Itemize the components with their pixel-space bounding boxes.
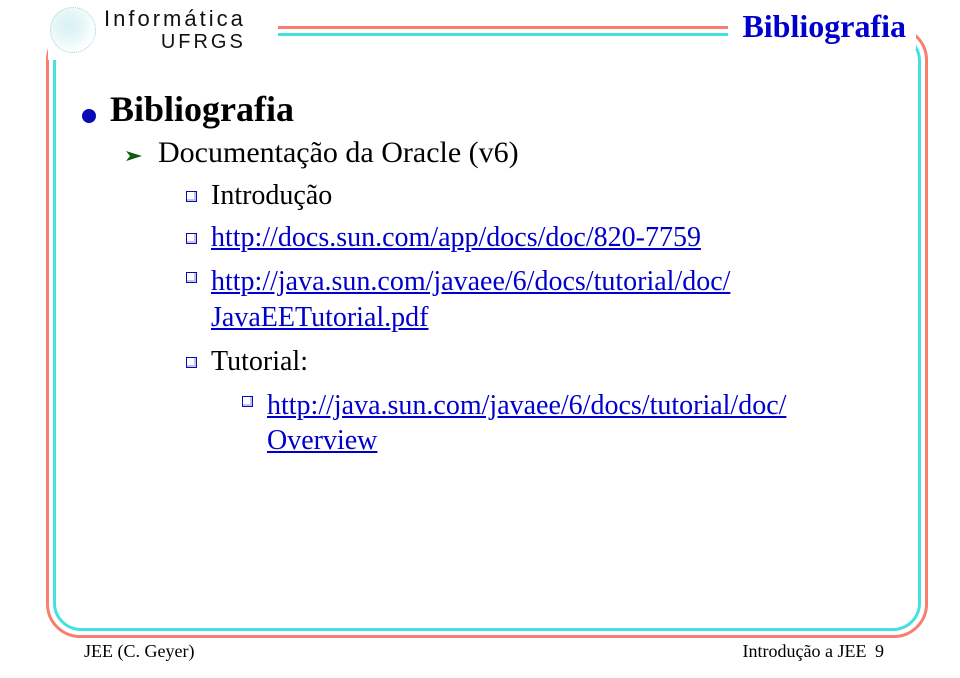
link-line-2: Overview [267, 425, 377, 456]
footer-page-number: 9 [875, 641, 884, 661]
square-bullet-icon [186, 357, 197, 368]
dot-bullet-icon [82, 109, 96, 123]
footer-author: JEE (C. Geyer) [78, 641, 200, 662]
bullet-level-2: Documentação da Oracle (v6) [126, 136, 900, 170]
lvl3-text-intro: Introdução [211, 180, 332, 212]
slide-content: Bibliografia Documentação da Oracle (v6)… [82, 88, 900, 459]
link-line-2: JavaEETutorial.pdf [211, 302, 429, 333]
square-bullet-icon [186, 272, 197, 283]
slide-title: Bibliografia [728, 6, 916, 49]
footer-right-prefix: Introdução a JEE [743, 641, 867, 661]
bullet-level-3: Introdução [186, 180, 900, 212]
bullet-level-1: Bibliografia [82, 88, 900, 130]
link-line-1: http://java.sun.com/javaee/6/docs/tutori… [211, 266, 730, 297]
footer-page: Introdução a JEE 9 [737, 641, 890, 662]
link-docs-sun[interactable]: http://docs.sun.com/app/docs/doc/820-775… [211, 222, 701, 254]
slide: Informática UFRGS Bibliografia Bibliogra… [0, 0, 960, 678]
logo-block: Informática UFRGS [48, 0, 278, 60]
arrow-bullet-icon [126, 137, 148, 151]
logo-subtitle: UFRGS [104, 32, 246, 52]
logo-text: Informática UFRGS [104, 8, 246, 52]
bullet-level-3: http://java.sun.com/javaee/6/docs/tutori… [186, 264, 900, 336]
link-javaee-tutorial-overview[interactable]: http://java.sun.com/javaee/6/docs/tutori… [267, 388, 786, 460]
bullet-level-3: http://docs.sun.com/app/docs/doc/820-775… [186, 222, 900, 254]
square-bullet-icon [186, 233, 197, 244]
logo-swirl-icon [50, 7, 96, 53]
link-javaee-tutorial-pdf[interactable]: http://java.sun.com/javaee/6/docs/tutori… [211, 264, 730, 336]
logo-title: Informática [104, 8, 246, 30]
link-line-1: http://java.sun.com/javaee/6/docs/tutori… [267, 390, 786, 421]
bullet-level-4: http://java.sun.com/javaee/6/docs/tutori… [242, 388, 900, 460]
square-bullet-icon [186, 191, 197, 202]
lvl1-text: Bibliografia [110, 88, 294, 130]
lvl2-text: Documentação da Oracle (v6) [158, 136, 519, 170]
lvl3-text-tutorial: Tutorial: [211, 346, 308, 378]
bullet-level-3: Tutorial: [186, 346, 900, 378]
square-bullet-icon [242, 396, 253, 407]
